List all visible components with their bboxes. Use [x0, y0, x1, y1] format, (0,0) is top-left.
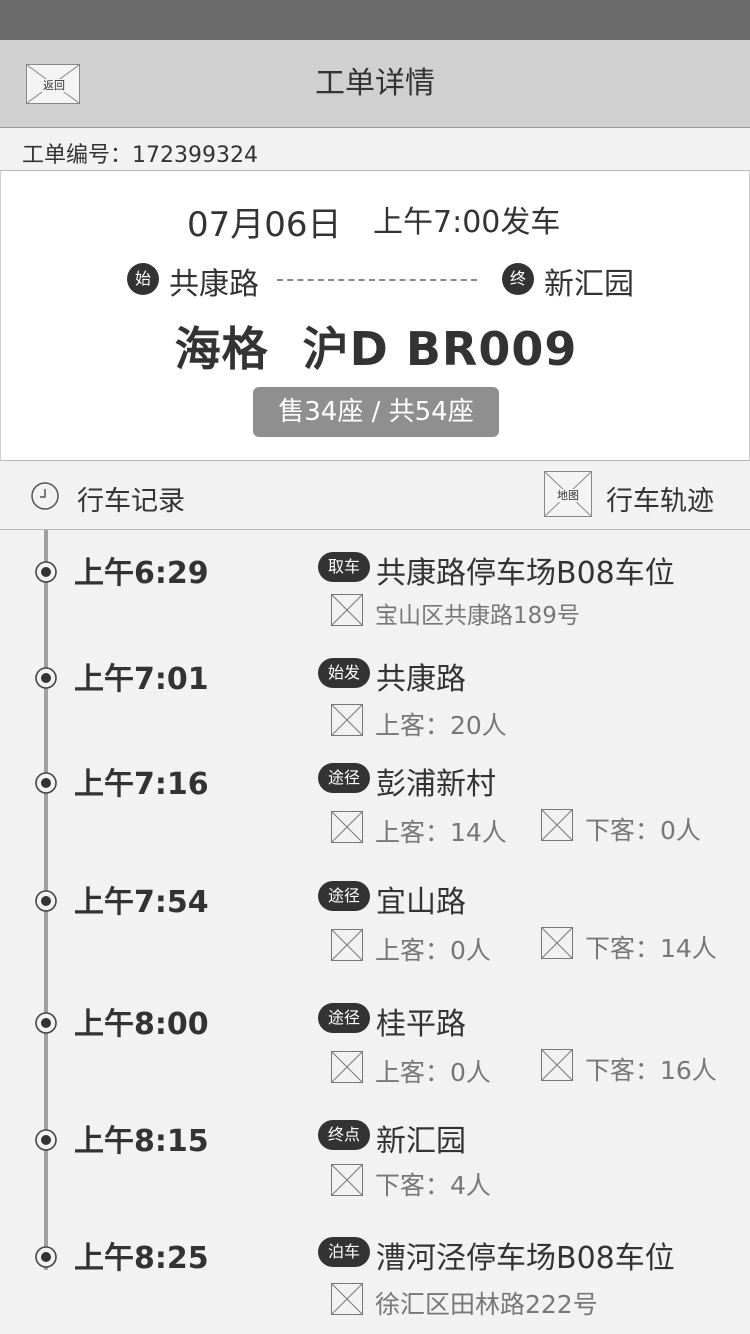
record-label: 行车记录 — [77, 486, 185, 517]
seat-badge: 售34座 / 共54座 — [253, 387, 499, 437]
stop-tag: 取车 — [318, 552, 370, 582]
stop-tag: 终点 — [318, 1120, 370, 1150]
alighting-text: 下客：14人 — [585, 934, 717, 963]
stop-tag: 始发 — [318, 658, 370, 688]
placeholder-image-icon — [541, 809, 573, 841]
placeholder-image-icon — [331, 594, 363, 626]
trip-timeline: 上午6:29 取车 共康路停车场B08车位 宝山区共康路189号 上午7:01 … — [0, 530, 750, 1334]
boarding-text: 上客：0人 — [375, 936, 491, 965]
stop-tag: 泊车 — [318, 1237, 370, 1267]
placeholder-image-icon — [331, 929, 363, 961]
order-number-row: 工单编号：172399324 — [0, 128, 750, 171]
boarding-text: 上客：0人 — [375, 1058, 491, 1087]
track-link[interactable]: 行车轨迹 — [606, 479, 714, 518]
radio-dot-icon — [35, 1012, 57, 1034]
placeholder-image-icon — [331, 1283, 363, 1315]
placeholder-image-icon — [541, 927, 573, 959]
stop-time: 上午7:16 — [74, 767, 209, 802]
nav-bar: 返回 工单详情 — [0, 40, 750, 128]
end-station: 新汇园 — [544, 267, 634, 302]
radio-dot-icon — [35, 772, 57, 794]
boarding-text: 上客：20人 — [375, 711, 507, 740]
radio-dot-icon — [35, 890, 57, 912]
status-bar — [0, 0, 750, 40]
stop-address: 徐汇区田林路222号 — [375, 1290, 598, 1319]
stop-name: 共康路停车场B08车位 — [376, 556, 675, 591]
radio-dot-icon — [35, 1129, 57, 1151]
stop-time: 上午7:01 — [74, 662, 209, 697]
map-label: 地图 — [556, 489, 580, 502]
order-number-label: 工单编号： — [22, 143, 133, 168]
stop-time: 上午7:54 — [74, 885, 209, 920]
stop-name: 彭浦新村 — [376, 767, 496, 802]
trip-date: 07月06日 — [187, 205, 342, 245]
boarding-text: 上客：14人 — [375, 818, 507, 847]
stop-name: 共康路 — [376, 662, 466, 697]
map-thumbnail[interactable]: 地图 — [544, 471, 592, 517]
page-title: 工单详情 — [315, 66, 435, 101]
stop-name: 新汇园 — [376, 1124, 466, 1159]
stop-time: 上午6:29 — [74, 556, 209, 591]
trip-depart-time: 上午7:00发车 — [373, 205, 561, 240]
stop-tag: 途径 — [318, 881, 370, 911]
stop-time: 上午8:00 — [74, 1007, 209, 1042]
radio-dot-icon — [35, 667, 57, 689]
stop-tag: 途径 — [318, 763, 370, 793]
stop-tag: 途径 — [318, 1003, 370, 1033]
stop-name: 漕河泾停车场B08车位 — [376, 1241, 675, 1276]
vehicle-plate: 海格 沪D BR009 — [174, 322, 578, 376]
radio-dot-icon — [35, 561, 57, 583]
route-line: 始 共康路 终 新汇园 — [1, 259, 750, 302]
placeholder-image-icon — [331, 1051, 363, 1083]
alighting-text: 下客：16人 — [585, 1056, 717, 1085]
record-bar: 行车记录 地图 行车轨迹 — [0, 461, 750, 530]
stop-time: 上午8:15 — [74, 1124, 209, 1159]
start-badge: 始 — [127, 263, 159, 295]
placeholder-image-icon — [331, 704, 363, 736]
start-station: 共康路 — [169, 267, 259, 302]
radio-dot-icon — [35, 1246, 57, 1268]
placeholder-image-icon — [541, 1049, 573, 1081]
stop-name: 桂平路 — [376, 1007, 466, 1042]
alighting-text: 下客：4人 — [375, 1171, 491, 1200]
trip-info-card: 07月06日 上午7:00发车 始 共康路 终 新汇园 海格 沪D BR009 … — [0, 171, 750, 461]
alighting-text: 下客：0人 — [585, 816, 701, 845]
placeholder-image-icon — [331, 811, 363, 843]
stop-time: 上午8:25 — [74, 1241, 209, 1276]
clock-icon — [31, 482, 59, 510]
route-dash-divider — [277, 279, 477, 281]
stop-address: 宝山区共康路189号 — [375, 603, 580, 629]
order-number-value: 172399324 — [132, 143, 258, 168]
end-badge: 终 — [502, 263, 534, 295]
placeholder-image-icon — [331, 1164, 363, 1196]
stop-name: 宜山路 — [376, 885, 466, 920]
